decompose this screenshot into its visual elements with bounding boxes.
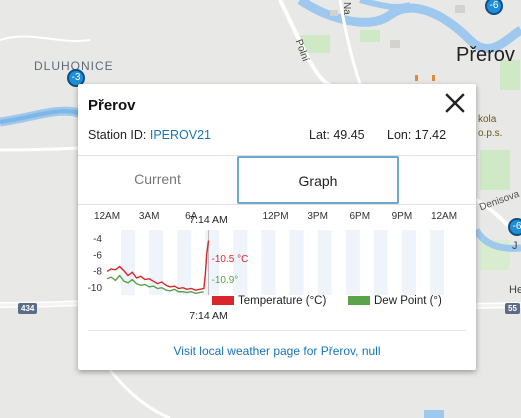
map-label-he: He bbox=[509, 284, 521, 296]
close-icon[interactable] bbox=[442, 90, 468, 116]
popup-tabs: Current Graph bbox=[78, 155, 476, 205]
hover-time-label-bottom: 7:14 AM bbox=[189, 310, 228, 322]
hover-time-label-top: 7:14 AM bbox=[189, 214, 228, 226]
chart-hour-band bbox=[121, 230, 136, 295]
station-id-row: Station ID: IPEROV21 bbox=[88, 128, 211, 142]
chart-hour-band bbox=[373, 230, 388, 295]
station-id-link[interactable]: IPEROV21 bbox=[150, 128, 211, 142]
x-tick-label: 6PM bbox=[349, 211, 370, 222]
temperature-value-label: -10.5 °C bbox=[212, 254, 249, 265]
tab-graph[interactable]: Graph bbox=[237, 156, 399, 204]
chart-hour-band bbox=[401, 230, 416, 295]
x-tick-label: 12PM bbox=[262, 211, 288, 222]
legend-temperature-swatch bbox=[212, 296, 234, 305]
road-shield-55: 55 bbox=[505, 303, 520, 314]
chart-hour-band bbox=[149, 230, 164, 295]
popup-title: Přerov bbox=[88, 97, 136, 114]
legend-dew-point-label: Dew Point (°) bbox=[374, 295, 442, 307]
legend-dew-point-swatch bbox=[348, 296, 370, 305]
weather-station-badge-right[interactable]: -6 bbox=[508, 218, 521, 236]
graph-panel: 12AM 3AM 6A 12PM 3PM 6PM 9PM 12AM -4 -6 -8 -10 7:14 … bbox=[78, 205, 476, 330]
legend-temperature-label: Temperature (°C) bbox=[238, 295, 326, 307]
footer-divider bbox=[88, 330, 466, 331]
map-label-na: Na bbox=[341, 2, 352, 15]
map-label-prerov: Přerov bbox=[456, 44, 515, 66]
weather-chart[interactable]: 12AM 3AM 6A 12PM 3PM 6PM 9PM 12AM-4-6-8-107:14 … bbox=[78, 205, 476, 330]
chart-hour-band bbox=[261, 230, 276, 295]
station-popup: Přerov Station ID: IPEROV21 Lat: 49.45 L… bbox=[78, 84, 476, 370]
station-id-label: Station ID: bbox=[88, 128, 147, 142]
map-label-kola: kola bbox=[478, 114, 497, 125]
latitude: Lat: 49.45 bbox=[309, 128, 365, 142]
chart-hour-band bbox=[429, 230, 444, 295]
chart-hour-band bbox=[289, 230, 304, 295]
chart-hour-band bbox=[177, 230, 192, 295]
map-label-ops: o.p.s. bbox=[478, 128, 503, 139]
x-tick-label: 12AM bbox=[94, 211, 120, 222]
chart-hour-band bbox=[317, 230, 332, 295]
local-weather-link[interactable]: Visit local weather page for Přerov, nul… bbox=[78, 344, 476, 358]
tab-current[interactable]: Current bbox=[78, 156, 237, 204]
x-tick-label: 3PM bbox=[307, 211, 328, 222]
y-tick-label: -4 bbox=[93, 234, 102, 245]
y-tick-label: -8 bbox=[93, 267, 102, 278]
x-tick-label: 9PM bbox=[392, 211, 413, 222]
chart-hour-band bbox=[345, 230, 360, 295]
y-tick-label: -10 bbox=[88, 283, 103, 294]
y-tick-label: -6 bbox=[93, 250, 102, 261]
longitude: Lon: 17.42 bbox=[387, 128, 447, 142]
map-label-j: J bbox=[512, 240, 518, 252]
dew-point-value-label: -10.9° bbox=[212, 275, 239, 286]
x-tick-label: 12AM bbox=[431, 211, 457, 222]
x-tick-label: 3AM bbox=[139, 211, 160, 222]
close-button[interactable] bbox=[442, 90, 468, 116]
road-shield-434: 434 bbox=[18, 303, 38, 314]
